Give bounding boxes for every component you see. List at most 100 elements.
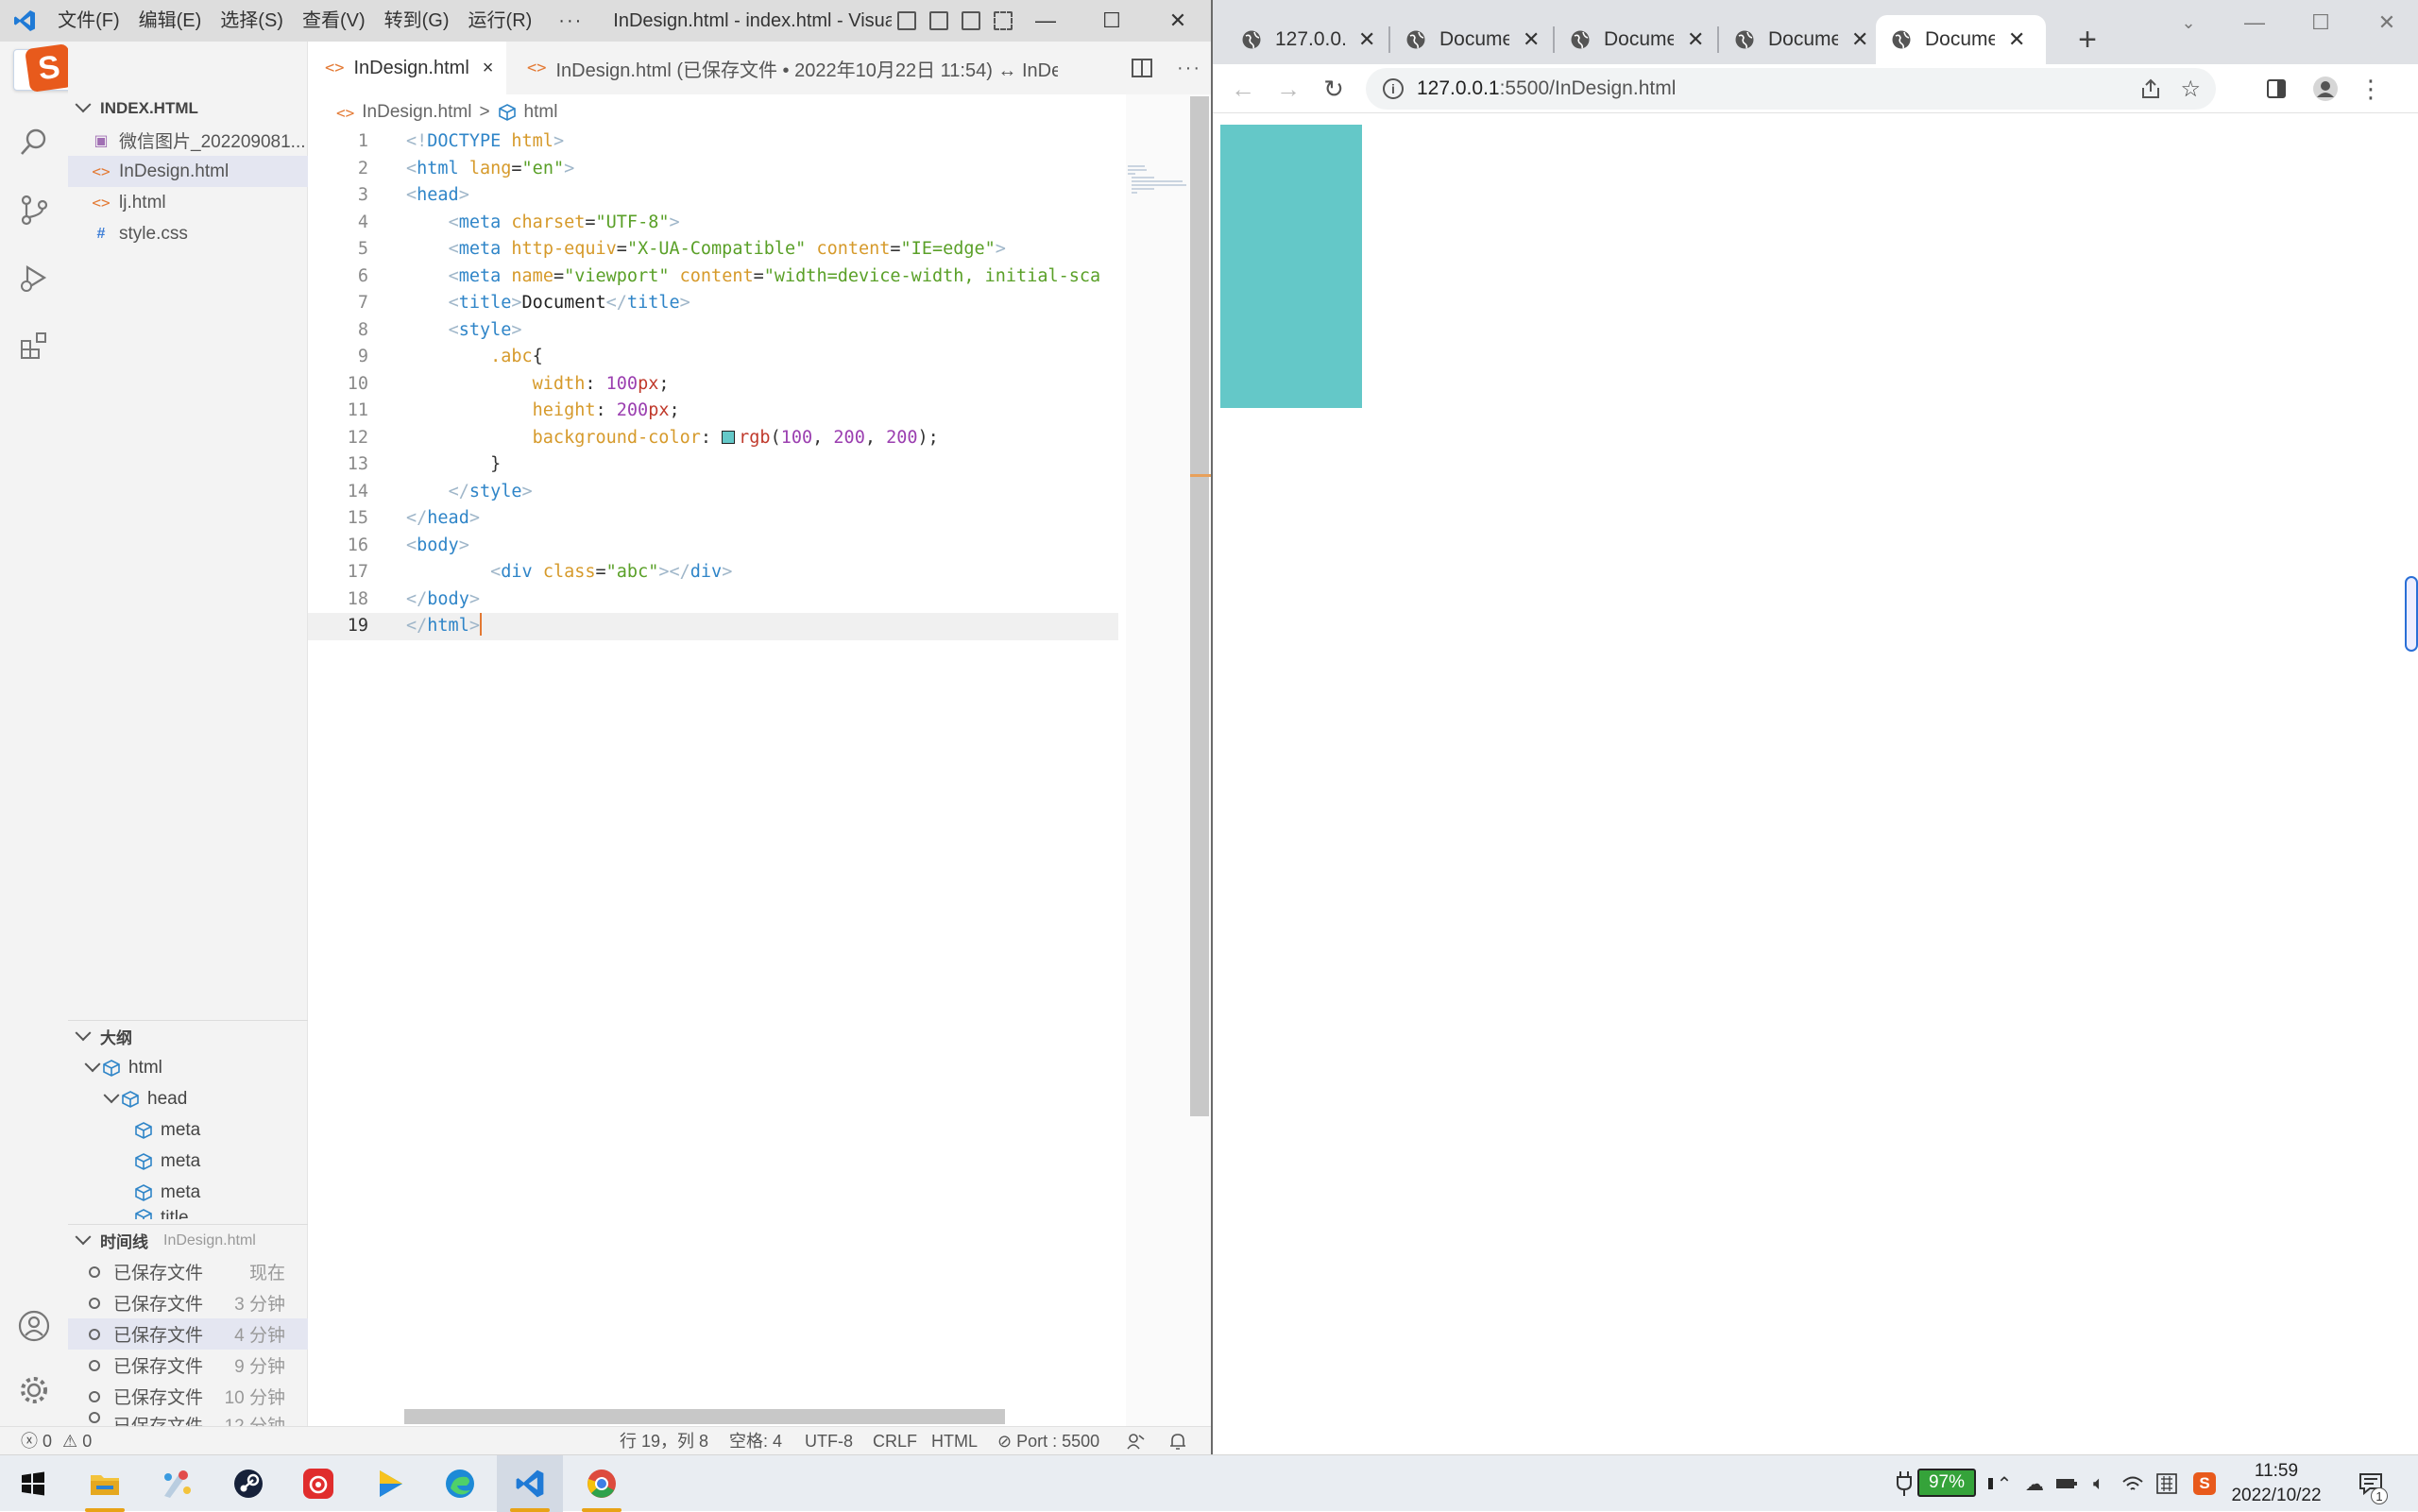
timeline-item[interactable]: 已保存文件 9 分钟 [68,1350,308,1381]
close-tab-icon[interactable]: ✕ [2008,27,2025,52]
accounts-icon[interactable] [15,1307,53,1345]
menu-selection[interactable]: 选择(S) [211,0,293,42]
wifi-icon[interactable] [2116,1455,2150,1512]
close-tab-icon[interactable]: ✕ [1851,27,1868,52]
code-line[interactable]: 18 </body> [308,586,1120,614]
code-line[interactable]: 10 width: 100px; [308,371,1120,399]
feedback-icon[interactable] [1126,1427,1145,1454]
close-icon[interactable]: × [483,58,494,79]
browser-tab[interactable]: 127.0.0.1 ✕ [1226,15,1387,64]
menu-more[interactable]: ··· [541,0,600,42]
file-item-indesign-html[interactable]: <> InDesign.html [68,156,308,187]
problems-status[interactable]: ⓧ 0 ⚠ 0 [21,1427,92,1454]
tab-search-icon[interactable]: ⌄ [2155,0,2222,45]
code-line[interactable]: 5 <meta http-equiv="X-UA-Compatible" con… [308,236,1120,263]
windows-start-icon[interactable] [0,1455,66,1512]
maximize-button[interactable]: ☐ [2288,0,2354,45]
file-item-lj-html[interactable]: <> lj.html [68,187,308,218]
code-line[interactable]: 7 <title>Document</title> [308,290,1120,317]
outline-header[interactable]: 大纲 [68,1020,308,1052]
extensions-icon[interactable] [15,327,53,365]
menu-run[interactable]: 运行(R) [459,0,542,42]
outline-item-title[interactable]: title [68,1208,308,1219]
timeline-item[interactable]: 已保存文件 4 分钟 [68,1318,308,1350]
code-line[interactable]: 17 <div class="abc"></div> [308,559,1120,586]
menu-view[interactable]: 查看(V) [293,0,375,42]
menu-edit[interactable]: 编辑(E) [129,0,212,42]
code-line[interactable]: 2 <html lang="en"> [308,156,1120,183]
breadcrumb-file[interactable]: InDesign.html [362,102,471,123]
outline-item-meta[interactable]: meta [68,1177,308,1208]
timeline-item[interactable]: 已保存文件 3 分钟 [68,1287,308,1318]
browser-tab[interactable]: Document ✕ [1555,15,1715,64]
code-line[interactable]: 6 <meta name="viewport" content="width=d… [308,263,1118,291]
color-swatch-icon[interactable] [722,430,736,444]
close-button[interactable]: ✕ [1145,0,1211,42]
toggle-panel-icon[interactable] [929,11,948,30]
split-editor-icon[interactable] [1132,59,1153,77]
battery-indicator[interactable]: 97% [1917,1469,1976,1497]
encoding-status[interactable]: UTF-8 [805,1427,853,1454]
outline-item-meta[interactable]: meta [68,1146,308,1177]
cloud-icon[interactable]: ☁ [2018,1455,2052,1512]
forward-arrow-icon[interactable]: → [1271,72,1305,106]
bell-icon[interactable] [1169,1427,1186,1454]
profile-avatar-icon[interactable] [2308,72,2342,106]
site-info-icon[interactable]: i [1383,78,1404,99]
share-icon[interactable] [2140,78,2161,99]
cursor-position[interactable]: 行 19，列 8 [620,1427,708,1454]
chrome-icon[interactable] [569,1455,635,1512]
breadcrumb-symbol[interactable]: html [524,102,558,123]
customize-layout-icon[interactable] [994,11,1013,30]
code-line[interactable]: 1 <!DOCTYPE html> [308,128,1120,156]
outline-item-html[interactable]: html [68,1052,308,1083]
menu-file[interactable]: 文件(F) [48,0,129,42]
timeline-item[interactable]: 已保存文件 现在 [68,1256,308,1287]
address-bar[interactable]: i 127.0.0.1:5500/InDesign.html ☆ [1366,68,2216,110]
vscode-icon[interactable] [497,1455,563,1512]
minimize-button[interactable]: — [2222,0,2288,45]
media-player-icon[interactable] [357,1455,423,1512]
notification-center-icon[interactable]: 1 [2350,1455,2392,1512]
code-line[interactable]: 12 background-color: rgb(100, 200, 200); [308,425,1120,452]
tab-indesign-html[interactable]: <> InDesign.html × [308,42,506,94]
code-line[interactable]: 3 <head> [308,182,1120,210]
code-line[interactable]: 13 } [308,451,1120,479]
edge-icon[interactable] [427,1455,493,1512]
explorer-folder-header[interactable]: INDEX.HTML [68,93,308,125]
code-line[interactable]: 16 <body> [308,533,1120,560]
code-line[interactable]: 15 </head> [308,505,1120,533]
code-line[interactable]: 4 <meta charset="UTF-8"> [308,210,1120,237]
ime-mode-icon[interactable] [2150,1455,2184,1512]
reload-icon[interactable]: ↻ [1317,72,1351,106]
chevron-up-icon[interactable]: ⌃ [1987,1455,2021,1512]
browser-tab[interactable]: Document ✕ [1719,15,1880,64]
minimize-button[interactable]: — [1013,0,1079,42]
outline-item-meta[interactable]: meta [68,1114,308,1146]
side-panel-icon[interactable] [2259,72,2293,106]
file-item-style-css[interactable]: # style.css [68,218,308,249]
close-tab-icon[interactable]: ✕ [1523,27,1540,52]
close-tab-icon[interactable]: ✕ [1687,27,1704,52]
sogou-tray-icon[interactable]: S [2188,1455,2222,1512]
outline-item-head[interactable]: head [68,1083,308,1114]
editor-vertical-scrollbar[interactable] [1190,96,1209,1116]
source-control-icon[interactable] [15,191,53,229]
language-mode[interactable]: HTML [931,1427,978,1454]
volume-icon[interactable]: 🔈︎ [2082,1455,2116,1512]
vscode-logo-icon[interactable] [0,0,48,42]
editor-horizontal-scrollbar[interactable] [404,1409,1005,1424]
plug-icon[interactable] [1893,1455,1916,1512]
bookmark-star-icon[interactable]: ☆ [2180,76,2201,103]
code-line-current[interactable]: 19 </html> [308,613,1118,640]
menu-go[interactable]: 转到(G) [375,0,459,42]
more-actions-icon[interactable]: ··· [1177,58,1201,79]
netease-music-icon[interactable] [285,1455,351,1512]
steam-icon[interactable] [215,1455,281,1512]
file-explorer-icon[interactable] [72,1455,138,1512]
toggle-primary-sidebar-icon[interactable] [897,11,916,30]
code-line[interactable]: 9 .abc{ [308,344,1120,371]
sogou-logo-icon[interactable]: S [25,43,74,93]
browser-tab[interactable]: Document ✕ [1390,15,1551,64]
new-tab-button[interactable]: + [2067,19,2108,60]
